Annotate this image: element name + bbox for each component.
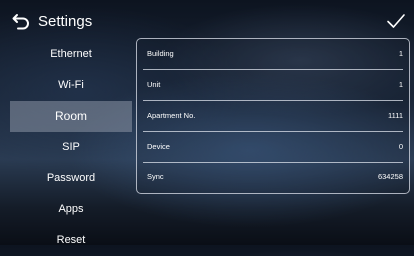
building-label: Building	[147, 49, 174, 58]
building-row[interactable]: Building 1	[143, 39, 403, 70]
header-bar: Settings	[0, 0, 414, 38]
device-row[interactable]: Device 0	[143, 132, 403, 163]
checkmark-icon[interactable]	[386, 12, 406, 30]
building-value: 1	[398, 49, 403, 58]
sidebar-item-sip[interactable]: SIP	[10, 132, 132, 163]
sync-row[interactable]: Sync 634258	[143, 162, 403, 192]
sync-label: Sync	[147, 172, 164, 181]
unit-row[interactable]: Unit 1	[143, 70, 403, 101]
device-label: Device	[147, 142, 170, 151]
sidebar-item-reset[interactable]: Reset	[10, 225, 132, 256]
unit-label: Unit	[147, 80, 161, 89]
sidebar-item-password[interactable]: Password	[10, 163, 132, 194]
apartment-row[interactable]: Apartment No. 1111	[143, 101, 403, 132]
device-value: 0	[398, 142, 403, 151]
sync-value: 634258	[377, 172, 403, 181]
sidebar-item-apps[interactable]: Apps	[10, 194, 132, 225]
sidebar-item-room[interactable]: Room	[10, 101, 132, 132]
room-settings-panel: Building 1 Unit 1 Apartment No. 1111 Dev…	[136, 38, 410, 194]
back-arrow-icon[interactable]	[12, 12, 30, 30]
apartment-value: 1111	[387, 111, 403, 120]
page-title: Settings	[38, 13, 93, 30]
sidebar-item-wifi[interactable]: Wi-Fi	[10, 70, 132, 101]
settings-sidebar: Ethernet Wi-Fi Room SIP Password Apps Re…	[0, 37, 135, 246]
unit-value: 1	[398, 80, 403, 89]
apartment-label: Apartment No.	[147, 111, 196, 120]
sidebar-item-ethernet[interactable]: Ethernet	[10, 39, 132, 70]
